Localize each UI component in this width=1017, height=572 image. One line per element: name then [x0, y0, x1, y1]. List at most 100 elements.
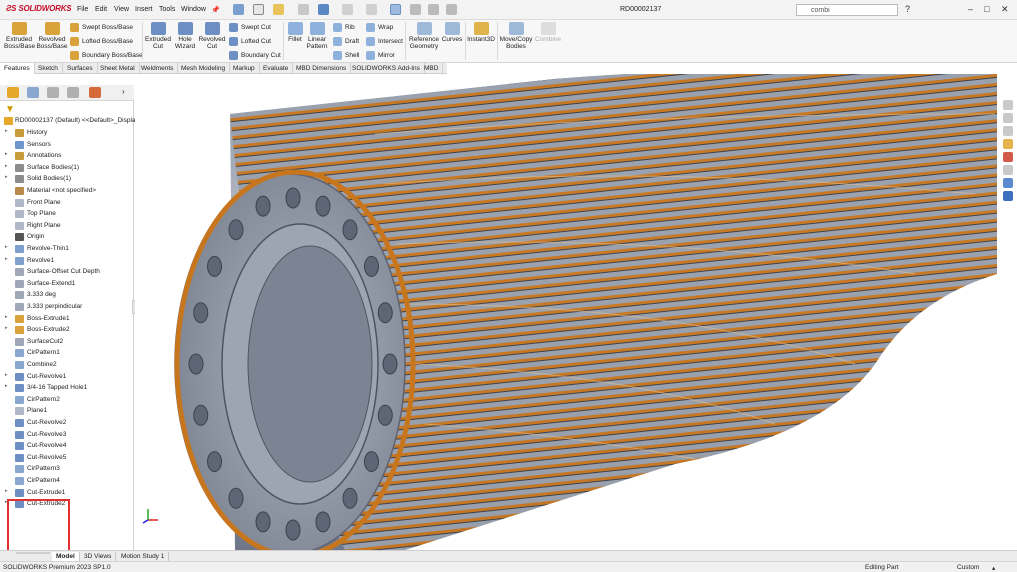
tree-item[interactable]: CirPattern3: [0, 464, 134, 475]
tab-mesh-modeling[interactable]: Mesh Modeling: [177, 63, 231, 74]
tree-item[interactable]: Surface-Extend1: [0, 279, 134, 290]
expand-arrow-icon[interactable]: ▸: [5, 163, 8, 169]
menu-file[interactable]: File: [77, 6, 88, 13]
tab-mbd-dimensions[interactable]: MBD Dimensions: [292, 63, 352, 74]
tab-3d-views[interactable]: 3D Views: [80, 552, 117, 561]
move-copy-bodies-button[interactable]: Move/Copy Bodies: [498, 22, 534, 50]
tab-mbd[interactable]: MBD: [420, 63, 444, 74]
tab-model[interactable]: Model: [52, 552, 80, 561]
tab-solidworks-addins[interactable]: SOLIDWORKS Add-Ins: [348, 63, 425, 74]
intersect-button[interactable]: Intersect: [366, 37, 403, 46]
file-properties-icon[interactable]: [428, 4, 439, 15]
tree-item[interactable]: ▸ Revolve1: [0, 256, 134, 267]
fillet-button[interactable]: Fillet: [285, 22, 305, 43]
open-icon[interactable]: [273, 4, 284, 15]
expand-arrow-icon[interactable]: ▸: [5, 372, 8, 378]
tree-item[interactable]: ▸ Cut-Revolve1: [0, 372, 134, 383]
revolved-cut-button[interactable]: Revolved Cut: [198, 22, 226, 50]
expand-arrow-icon[interactable]: ▸: [5, 256, 8, 262]
configuration-manager-tab-icon[interactable]: [47, 87, 59, 98]
tree-item[interactable]: CirPattern2: [0, 395, 134, 406]
tree-item[interactable]: ▸ Surface Bodies(1): [0, 163, 134, 174]
restore-icon[interactable]: □: [984, 4, 989, 14]
minimize-icon[interactable]: –: [968, 4, 973, 14]
home-icon[interactable]: [233, 4, 244, 15]
boundary-cut-button[interactable]: Boundary Cut: [229, 51, 281, 60]
property-manager-tab-icon[interactable]: [27, 87, 39, 98]
tree-item[interactable]: SurfaceCut2: [0, 337, 134, 348]
menu-window[interactable]: Window: [181, 6, 206, 13]
tab-scroll-arrows[interactable]: [16, 552, 50, 554]
tab-markup[interactable]: Markup: [229, 63, 260, 74]
combine-button[interactable]: Combine: [535, 22, 561, 43]
tree-item[interactable]: ▸ History: [0, 128, 134, 139]
tree-item[interactable]: Right Plane: [0, 221, 134, 232]
expand-arrow-icon[interactable]: ▸: [5, 244, 8, 250]
units-dropdown-icon[interactable]: ▴: [992, 564, 995, 572]
tree-item[interactable]: Plane1: [0, 406, 134, 417]
rebuild-icon[interactable]: [410, 4, 421, 15]
tree-item[interactable]: CirPattern1: [0, 348, 134, 359]
extruded-boss-button[interactable]: Extruded Boss/Base: [4, 22, 35, 50]
dimxpert-tab-icon[interactable]: [67, 87, 79, 98]
tree-item[interactable]: ▸ Revolve-Thin1: [0, 244, 134, 255]
mirror-button[interactable]: Mirror: [366, 51, 395, 60]
new-document-icon[interactable]: [253, 4, 264, 15]
appearances-icon[interactable]: [1003, 152, 1013, 162]
rib-button[interactable]: Rib: [333, 23, 355, 32]
solidworks-resources-icon[interactable]: [1003, 191, 1013, 201]
menu-insert[interactable]: Insert: [135, 6, 153, 13]
filter-icon[interactable]: ▼: [5, 104, 15, 115]
wrap-button[interactable]: Wrap: [366, 23, 393, 32]
tree-item[interactable]: Cut-Revolve3: [0, 430, 134, 441]
tree-item[interactable]: Front Plane: [0, 198, 134, 209]
tree-item[interactable]: ▸ Solid Bodies(1): [0, 174, 134, 185]
instant3d-button[interactable]: Instant3D: [466, 22, 496, 43]
expand-arrow-icon[interactable]: ▸: [5, 128, 8, 134]
view-palette-icon[interactable]: [1003, 139, 1013, 149]
solidworks-logo[interactable]: ƧS SOLIDWORKS: [6, 4, 72, 13]
draft-button[interactable]: Draft: [333, 37, 359, 46]
shell-button[interactable]: Shell: [333, 51, 359, 60]
expand-arrow-icon[interactable]: ▸: [5, 314, 8, 320]
expand-arrow-icon[interactable]: ▸: [5, 488, 8, 494]
chevron-right-icon[interactable]: ›: [122, 87, 125, 96]
tab-surfaces[interactable]: Surfaces: [63, 63, 98, 74]
hole-wizard-button[interactable]: Hole Wizard: [173, 22, 197, 50]
lofted-boss-button[interactable]: Lofted Boss/Base: [70, 37, 133, 46]
tree-item[interactable]: Cut-Revolve4: [0, 441, 134, 452]
tab-motion-study[interactable]: Motion Study 1: [117, 552, 170, 561]
save-icon[interactable]: [318, 4, 329, 15]
tree-item[interactable]: Origin: [0, 232, 134, 243]
tree-root[interactable]: RD00002137 (Default) <<Default>_Display: [0, 116, 139, 127]
swept-cut-button[interactable]: Swept Cut: [229, 23, 271, 32]
close-icon[interactable]: ✕: [1001, 4, 1009, 15]
tree-item[interactable]: ▸ 3/4-16 Tapped Hole1: [0, 383, 134, 394]
menu-view[interactable]: View: [114, 6, 129, 13]
select-arrow-icon[interactable]: [390, 4, 401, 15]
tree-item[interactable]: ▸ Boss-Extrude1: [0, 314, 134, 325]
tab-features[interactable]: Features: [0, 63, 35, 74]
boundary-boss-button[interactable]: Boundary Boss/Base: [70, 51, 143, 60]
tree-item[interactable]: Sensors: [0, 140, 134, 151]
expand-arrow-icon[interactable]: ▸: [5, 151, 8, 157]
linear-pattern-button[interactable]: Linear Pattern: [305, 22, 329, 50]
expand-arrow-icon[interactable]: ▸: [5, 325, 8, 331]
tree-item[interactable]: 3.333 deg: [0, 290, 134, 301]
custom-properties-icon[interactable]: [1003, 165, 1013, 175]
tree-item[interactable]: Material <not specified>: [0, 186, 134, 197]
tree-item[interactable]: CirPattern4: [0, 476, 134, 487]
redo-icon[interactable]: [366, 4, 377, 15]
tree-item[interactable]: Surface-Offset Cut Depth: [0, 267, 134, 278]
design-library-icon[interactable]: [1003, 113, 1013, 123]
tree-item[interactable]: Top Plane: [0, 209, 134, 220]
tree-item[interactable]: 3.333 perpindicular: [0, 302, 134, 313]
options-gear-icon[interactable]: [446, 4, 457, 15]
tree-item[interactable]: Cut-Revolve5: [0, 453, 134, 464]
pin-icon[interactable]: 📌: [211, 6, 220, 14]
revolved-boss-button[interactable]: Revolved Boss/Base: [36, 22, 68, 50]
display-manager-tab-icon[interactable]: [89, 87, 101, 98]
tree-item[interactable]: Cut-Revolve2: [0, 418, 134, 429]
tab-sketch[interactable]: Sketch: [34, 63, 63, 74]
search-input[interactable]: combi: [796, 4, 898, 16]
